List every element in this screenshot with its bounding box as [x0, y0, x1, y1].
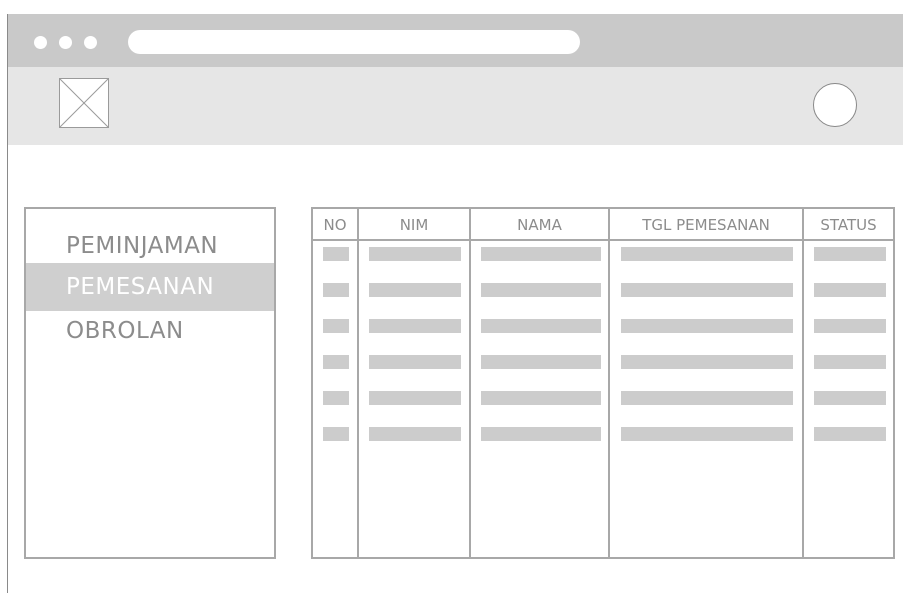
cell-placeholder-nama [481, 247, 601, 261]
window-dot-icon[interactable] [59, 36, 72, 49]
column-header-status: STATUS [820, 216, 877, 234]
column-divider [357, 209, 359, 557]
cell-placeholder-nim [369, 283, 461, 297]
cell-placeholder-status [814, 283, 886, 297]
cell-placeholder-no [323, 391, 349, 405]
column-header-nim: NIM [399, 216, 429, 234]
cell-placeholder-status [814, 391, 886, 405]
cell-placeholder-nim [369, 247, 461, 261]
cell-placeholder-status [814, 319, 886, 333]
header-divider [313, 239, 893, 241]
column-divider [802, 209, 804, 557]
cell-placeholder-nama [481, 427, 601, 441]
sidebar-menu: PEMINJAMAN PEMESANAN OBROLAN [24, 207, 276, 559]
cell-placeholder-tgl-pemesanan [621, 247, 793, 261]
logo-placeholder-icon [59, 78, 109, 128]
cell-placeholder-nama [481, 355, 601, 369]
cell-placeholder-tgl-pemesanan [621, 427, 793, 441]
user-avatar[interactable] [813, 83, 857, 127]
cell-placeholder-nama [481, 319, 601, 333]
address-bar[interactable] [128, 30, 580, 54]
column-header-no: NO [323, 216, 347, 234]
cell-placeholder-nim [369, 427, 461, 441]
sidebar-item-pemesanan[interactable]: PEMESANAN [26, 263, 274, 311]
column-divider [608, 209, 610, 557]
orders-table: NO NIM NAMA TGL PEMESANAN STATUS [311, 207, 895, 559]
cell-placeholder-nama [481, 391, 601, 405]
cell-placeholder-no [323, 355, 349, 369]
window-dot-icon[interactable] [84, 36, 97, 49]
cell-placeholder-nim [369, 319, 461, 333]
column-divider [469, 209, 471, 557]
column-header-tgl-pemesanan: TGL PEMESANAN [642, 216, 770, 234]
cell-placeholder-nama [481, 283, 601, 297]
cell-placeholder-no [323, 283, 349, 297]
sidebar-item-obrolan[interactable]: OBROLAN [26, 307, 274, 355]
cell-placeholder-nim [369, 391, 461, 405]
column-header-nama: NAMA [517, 216, 562, 234]
cell-placeholder-no [323, 247, 349, 261]
cell-placeholder-status [814, 247, 886, 261]
app-header [8, 67, 903, 145]
cell-placeholder-tgl-pemesanan [621, 391, 793, 405]
window-dot-icon[interactable] [34, 36, 47, 49]
cell-placeholder-status [814, 427, 886, 441]
cell-placeholder-no [323, 319, 349, 333]
cell-placeholder-tgl-pemesanan [621, 355, 793, 369]
cell-placeholder-no [323, 427, 349, 441]
cell-placeholder-status [814, 355, 886, 369]
cell-placeholder-nim [369, 355, 461, 369]
cell-placeholder-tgl-pemesanan [621, 283, 793, 297]
cell-placeholder-tgl-pemesanan [621, 319, 793, 333]
